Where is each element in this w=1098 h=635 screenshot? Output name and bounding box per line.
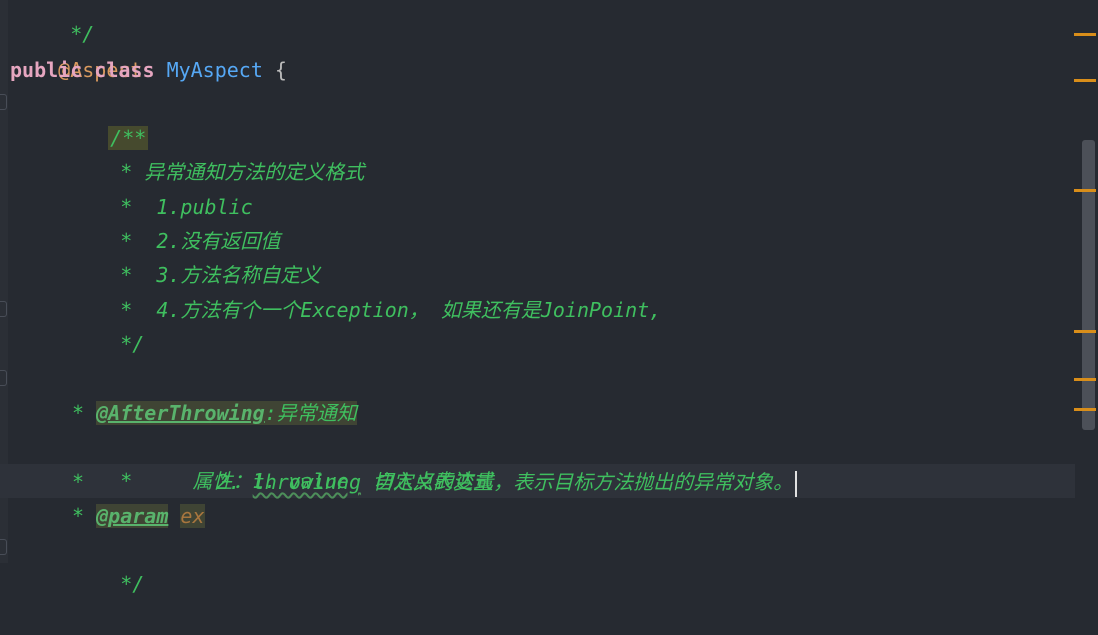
- code-line[interactable]: * 1.public: [60, 156, 252, 219]
- text-caret: [795, 470, 798, 497]
- afterthrowing-desc: :异常通知: [264, 401, 357, 425]
- error-stripe-marker[interactable]: [1074, 79, 1096, 82]
- error-stripe-marker[interactable]: [1074, 330, 1096, 333]
- class-name: MyAspect: [166, 58, 263, 82]
- afterthrowing-tag: @AfterThrowing: [96, 401, 265, 425]
- comment-star: *: [60, 504, 97, 528]
- code-line[interactable]: */: [60, 533, 144, 596]
- code-line[interactable]: public class MyAspect {: [10, 53, 287, 87]
- doc-comment-end: */: [108, 572, 145, 596]
- code-line[interactable]: * 属性：1. value 切入点表达式: [60, 430, 493, 493]
- code-line[interactable]: * 异常通知方法的定义格式: [60, 121, 364, 184]
- code-line[interactable]: * 4.方法有个一个Exception， 如果还有是JoinPoint,: [60, 259, 661, 322]
- code-line[interactable]: * 2.没有返回值: [60, 190, 280, 253]
- param-tag: @param: [96, 504, 169, 528]
- comment-text: 自定义的变量，表示目标方法抛出的异常对象。: [361, 470, 794, 494]
- code-line[interactable]: * @param ex: [60, 499, 205, 533]
- code-line[interactable]: */: [10, 0, 94, 46]
- fold-icon[interactable]: [0, 94, 7, 110]
- code-line[interactable]: * 3.方法名称自定义: [60, 224, 320, 287]
- error-stripe-marker[interactable]: [1074, 33, 1096, 36]
- doc-comment: * 4.方法有个一个Exception， 如果还有是JoinPoint,: [108, 298, 662, 322]
- doc-comment-end: */: [108, 332, 145, 356]
- error-stripe-marker[interactable]: [1074, 408, 1096, 411]
- fold-icon[interactable]: [0, 539, 7, 555]
- code-editor[interactable]: */ @Aspect public class MyAspect { /** *…: [0, 0, 1098, 596]
- code-line-current[interactable]: * 2. throwinng 自定义的变量，表示目标方法抛出的异常对象。: [60, 465, 798, 499]
- keyword-public: public: [10, 58, 83, 82]
- open-brace: {: [262, 58, 287, 82]
- keyword-class: class: [94, 58, 155, 82]
- param-name: ex: [180, 504, 205, 528]
- code-line[interactable]: */: [60, 293, 144, 356]
- comment-star: *: [60, 401, 97, 425]
- fold-icon[interactable]: [0, 301, 7, 317]
- code-line[interactable]: * @AfterThrowing:异常通知: [60, 396, 357, 430]
- misspelled-word: throwinng: [252, 470, 362, 494]
- error-stripe-marker[interactable]: [1074, 189, 1096, 192]
- code-line[interactable]: /**: [60, 87, 149, 150]
- vertical-scrollbar[interactable]: [1082, 140, 1095, 430]
- comment-prefix: * 2.: [60, 470, 253, 494]
- fold-icon[interactable]: [0, 370, 7, 386]
- code-line[interactable]: /**: [60, 362, 144, 425]
- code-line[interactable]: @Aspect: [10, 19, 142, 82]
- error-stripe-marker[interactable]: [1074, 378, 1096, 381]
